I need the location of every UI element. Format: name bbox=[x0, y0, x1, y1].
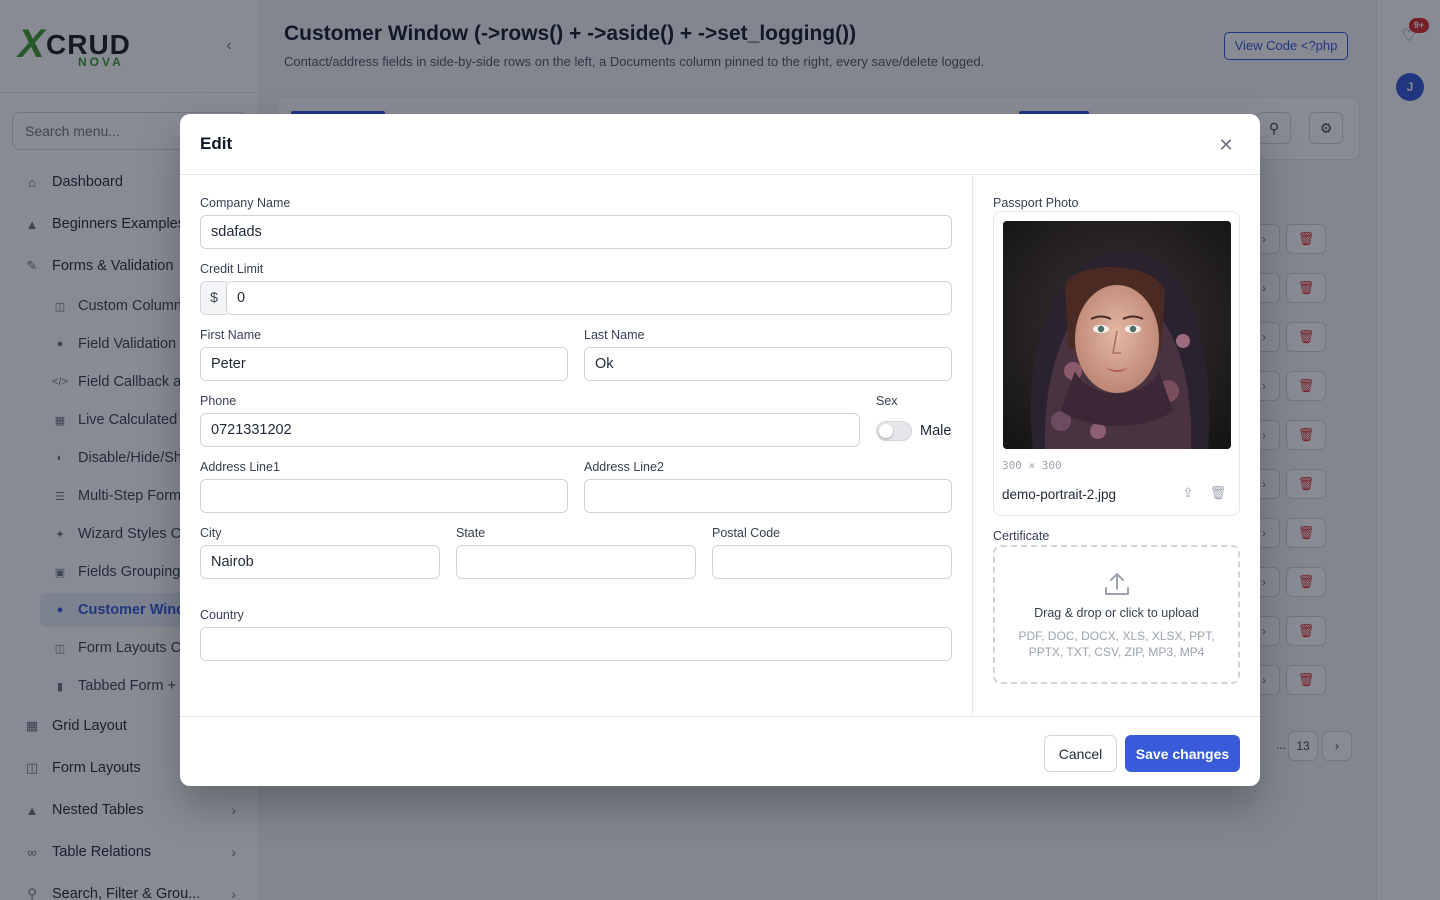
country-label: Country bbox=[200, 608, 244, 622]
close-icon[interactable]: ✕ bbox=[1215, 134, 1237, 156]
address-line2-input[interactable] bbox=[584, 479, 952, 513]
phone-input[interactable] bbox=[200, 413, 860, 447]
credit-limit-input[interactable] bbox=[226, 281, 952, 315]
modal-body: Company Name Credit Limit $ First Name L… bbox=[180, 175, 1260, 716]
passport-photo-label: Passport Photo bbox=[993, 196, 1079, 210]
first-name-input[interactable] bbox=[200, 347, 568, 381]
city-input[interactable] bbox=[200, 545, 440, 579]
aside-divider bbox=[972, 175, 973, 716]
last-name-label: Last Name bbox=[584, 328, 645, 342]
passport-photo-image[interactable] bbox=[1003, 221, 1231, 449]
edit-modal: Edit ✕ Company Name Credit Limit $ First… bbox=[180, 114, 1260, 786]
photo-filename: demo-portrait-2.jpg bbox=[1002, 487, 1117, 502]
toggle-knob bbox=[879, 424, 893, 438]
certificate-dropzone[interactable]: Drag & drop or click to upload PDF, DOC,… bbox=[993, 545, 1240, 684]
country-input[interactable] bbox=[200, 627, 952, 661]
phone-label: Phone bbox=[200, 394, 237, 408]
certificate-label: Certificate bbox=[993, 529, 1050, 543]
address-line1-input[interactable] bbox=[200, 479, 568, 513]
modal-footer: Cancel Save changes bbox=[180, 716, 1260, 786]
modal-header: Edit ✕ bbox=[180, 114, 1260, 175]
sex-toggle[interactable] bbox=[876, 421, 912, 441]
modal-title: Edit bbox=[200, 134, 233, 153]
sex-value: Male bbox=[920, 423, 952, 439]
photo-dimensions: 300 × 300 bbox=[1002, 459, 1062, 472]
upload-icon[interactable]: ⇪ bbox=[1179, 484, 1197, 502]
address-line2-label: Address Line2 bbox=[584, 460, 664, 474]
cancel-button[interactable]: Cancel bbox=[1044, 735, 1117, 772]
dropzone-text: Drag & drop or click to upload bbox=[1034, 606, 1199, 620]
first-name-label: First Name bbox=[200, 328, 262, 342]
dropzone-file-types: PDF, DOC, DOCX, XLS, XLSX, PPT, PPTX, TX… bbox=[1018, 629, 1215, 659]
trash-icon[interactable]: 🗑 bbox=[1209, 484, 1227, 502]
last-name-input[interactable] bbox=[584, 347, 952, 381]
currency-prefix: $ bbox=[200, 281, 227, 315]
company-name-label: Company Name bbox=[200, 196, 291, 210]
sex-label: Sex bbox=[876, 394, 898, 408]
state-input[interactable] bbox=[456, 545, 696, 579]
upload-icon bbox=[1105, 573, 1129, 595]
address-line1-label: Address Line1 bbox=[200, 460, 280, 474]
save-button[interactable]: Save changes bbox=[1125, 735, 1240, 772]
city-label: City bbox=[200, 526, 222, 540]
passport-photo-card: 300 × 300 demo-portrait-2.jpg ⇪ 🗑 bbox=[993, 211, 1240, 516]
postal-code-input[interactable] bbox=[712, 545, 952, 579]
credit-limit-label: Credit Limit bbox=[200, 262, 264, 276]
state-label: State bbox=[456, 526, 486, 540]
postal-code-label: Postal Code bbox=[712, 526, 781, 540]
company-name-input[interactable] bbox=[200, 215, 952, 249]
